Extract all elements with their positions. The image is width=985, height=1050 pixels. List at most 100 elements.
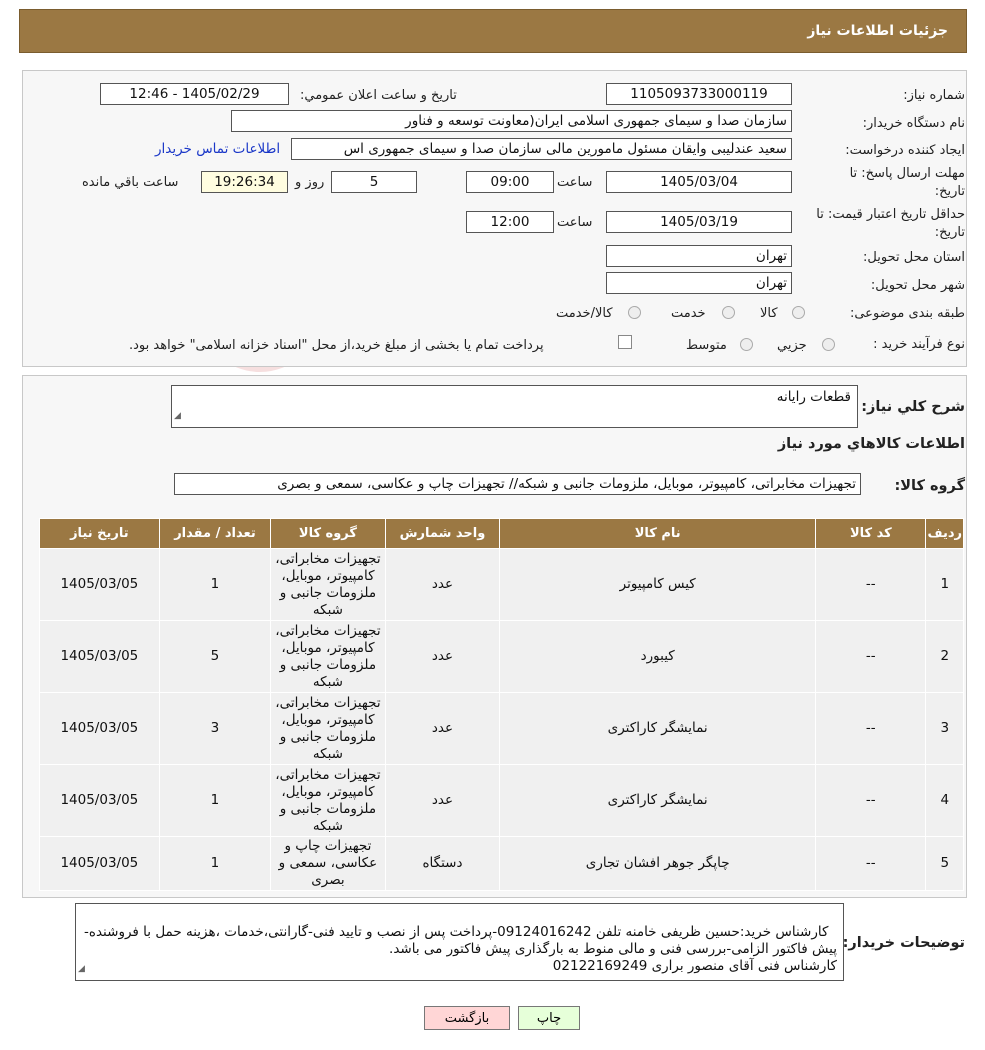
table-header-row: ردیف کد کالا نام کالا واحد شمارش گروه کا… [39,518,964,549]
validity-date-field: 1405/03/19 [606,211,792,233]
back-button[interactable]: بازگشت [424,1006,510,1030]
cell-qty: 1 [158,548,272,621]
cell-row-no: 3 [925,692,964,765]
print-button[interactable]: چاپ [518,1006,580,1030]
cell-code: -- [815,692,927,765]
category-label: طبقه بندی موضوعی: [849,306,965,321]
col-header-code: کد کالا [815,518,927,549]
cell-qty: 5 [158,620,272,693]
cell-name: کیس کامپیوتر [499,548,817,621]
cell-row-no: 1 [925,548,964,621]
goods-info-title: اطلاعات کالاهاي مورد نیاز [777,436,965,452]
buyer-org-field: سازمان صدا و سیمای جمهوری اسلامی ایران(م… [231,110,792,132]
buyer-notes-label: توضیحات خریدار: [842,935,965,951]
cell-code: -- [815,764,927,837]
city-field: تهران [606,272,792,294]
creator-label: ایجاد کننده درخواست: [845,143,965,158]
category-radio-service[interactable] [722,306,735,319]
process-note: پرداخت تمام یا بخشی از مبلغ خرید،از محل … [129,338,544,353]
cell-row-no: 5 [925,836,964,891]
summary-label: شرح کلي نیاز: [861,399,965,415]
cell-row-no: 4 [925,764,964,837]
cell-name: نمایشگر کاراکتری [499,692,817,765]
category-radio-goods-service[interactable] [628,306,641,319]
cell-name: کیبورد [499,620,817,693]
goods-table-wrap: ردیف کد کالا نام کالا واحد شمارش گروه کا… [39,518,964,891]
remaining-time-field: 19:26:34 [201,171,288,193]
cell-group: تجهیزات چاپ و عکاسی، سمعی و بصری [270,836,386,891]
cell-group: تجهیزات مخابراتی، کامپیوتر، موبایل، ملزو… [270,548,386,621]
resize-grip-icon: ◢ [174,411,181,421]
cell-qty: 1 [158,836,272,891]
process-label: نوع فرآیند خرید : [873,337,965,352]
process-radio-partial[interactable] [822,338,835,351]
cell-date: 1405/03/05 [39,620,160,693]
cell-unit: دستگاه [384,836,501,891]
deadline-label: مهلت ارسال پاسخ: تا [849,166,965,181]
deadline-time-field: 09:00 [466,171,554,193]
announce-label: تاریخ و ساعت اعلان عمومي: [300,88,457,103]
cell-date: 1405/03/05 [39,764,160,837]
cell-unit: عدد [384,692,501,765]
city-label: شهر محل تحویل: [870,278,965,293]
cell-unit: عدد [384,548,501,621]
remaining-label: ساعت باقي مانده [82,175,179,190]
buyer-org-label: نام دستگاه خریدار: [862,116,965,131]
col-header-row-no: ردیف [925,518,964,549]
creator-field: سعید عندلیبی وایقان مسئول مامورین مالی س… [291,138,792,160]
table-row: 1 -- کیس کامپیوتر عدد تجهیزات مخابراتی، … [39,548,964,621]
cell-date: 1405/03/05 [39,836,160,891]
col-header-name: نام کالا [499,518,817,549]
days-field: 5 [331,171,417,193]
summary-text: قطعات رایانه [776,389,851,405]
table-row: 5 -- چاپگر جوهر افشان تجاری دستگاه تجهیز… [39,836,964,891]
deadline-time-label: ساعت [557,175,593,190]
cell-group: تجهیزات مخابراتی، کامپیوتر، موبایل، ملزو… [270,692,386,765]
col-header-qty: تعداد / مقدار [158,518,272,549]
cell-group: تجهیزات مخابراتی، کامپیوتر، موبایل، ملزو… [270,764,386,837]
buyer-contact-link[interactable]: اطلاعات تماس خریدار [155,141,280,157]
need-number-label: شماره نیاز: [903,88,965,103]
process-option-medium: متوسط [686,338,727,353]
table-row: 4 -- نمایشگر کاراکتری عدد تجهیزات مخابرا… [39,764,964,837]
process-option-partial: جزیي [777,338,807,353]
province-field: تهران [606,245,792,267]
treasury-checkbox[interactable] [618,335,632,349]
col-header-group: گروه کالا [270,518,386,549]
validity-label-date: تاریخ: [934,225,965,240]
cell-qty: 3 [158,692,272,765]
table-row: 2 -- کیبورد عدد تجهیزات مخابراتی، کامپیو… [39,620,964,693]
col-header-date: تاریخ نیاز [39,518,160,549]
page-title: جزئیات اطلاعات نیاز [807,23,948,39]
category-radio-goods[interactable] [792,306,805,319]
cell-unit: عدد [384,764,501,837]
need-number-field: 1105093733000119 [606,83,792,105]
province-label: استان محل تحویل: [863,250,965,265]
cell-row-no: 2 [925,620,964,693]
category-option-goods: کالا [760,306,778,321]
validity-time-field: 12:00 [466,211,554,233]
category-option-service: خدمت [671,306,706,321]
validity-time-label: ساعت [557,215,593,230]
deadline-date-field: 1405/03/04 [606,171,792,193]
resize-grip-icon: ◢ [78,964,85,974]
page-header: جزئیات اطلاعات نیاز [19,9,967,53]
goods-group-field: تجهیزات مخابراتی، کامپیوتر، موبایل، ملزو… [174,473,861,495]
cell-code: -- [815,548,927,621]
cell-unit: عدد [384,620,501,693]
goods-group-label: گروه کالا: [894,478,965,494]
deadline-label-date: تاریخ: [934,184,965,199]
process-radio-medium[interactable] [740,338,753,351]
days-label: روز و [295,175,325,190]
table-row: 3 -- نمایشگر کاراکتری عدد تجهیزات مخابرا… [39,692,964,765]
cell-group: تجهیزات مخابراتی، کامپیوتر، موبایل، ملزو… [270,620,386,693]
cell-date: 1405/03/05 [39,692,160,765]
buyer-notes-text: کارشناس خرید:حسین ظریفی خامنه تلفن 09124… [84,924,837,974]
col-header-unit: واحد شمارش [384,518,501,549]
cell-code: -- [815,836,927,891]
cell-name: نمایشگر کاراکتری [499,764,817,837]
cell-code: -- [815,620,927,693]
buyer-notes-field: کارشناس خرید:حسین ظریفی خامنه تلفن 09124… [75,903,844,981]
announce-field: 1405/02/29 - 12:46 [100,83,289,105]
cell-name: چاپگر جوهر افشان تجاری [499,836,817,891]
